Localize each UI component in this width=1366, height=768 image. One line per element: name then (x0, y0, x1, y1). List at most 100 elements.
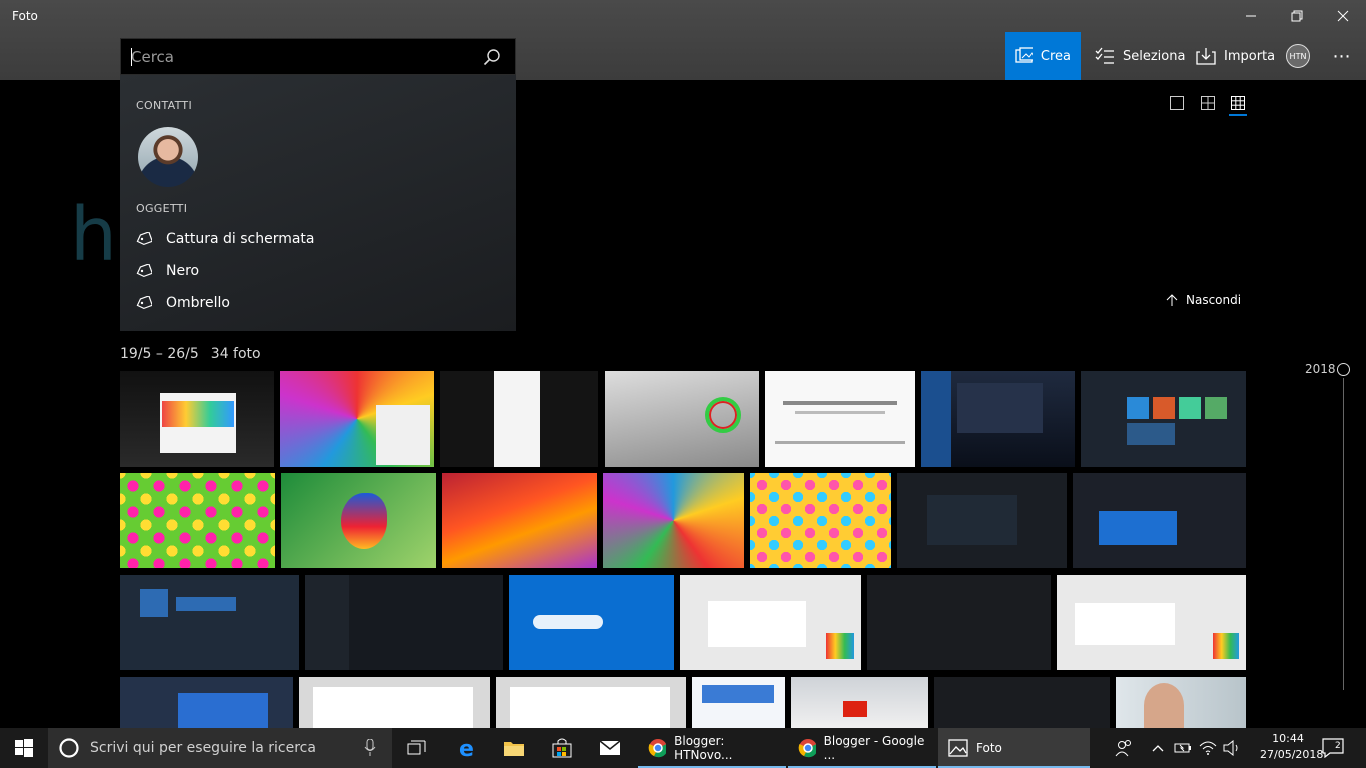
close-icon (1337, 10, 1349, 22)
taskbar-app-label: Blogger - Google ... (823, 734, 925, 762)
taskbar-search[interactable]: Scrivi qui per eseguire la ricerca (48, 728, 392, 768)
photo-thumbnail[interactable] (280, 371, 434, 467)
photo-thumbnail[interactable] (692, 677, 785, 728)
photo-thumbnail[interactable] (509, 575, 674, 670)
photo-thumbnail[interactable] (680, 575, 861, 670)
select-button[interactable]: Seleziona (1085, 32, 1195, 80)
photo-thumbnail[interactable] (120, 575, 299, 670)
photo-thumbnail[interactable] (603, 473, 744, 568)
objects-header: OGGETTI (136, 202, 188, 215)
large-view-button[interactable] (1168, 94, 1186, 112)
tag-suggestion[interactable]: Cattura di schermata (136, 227, 315, 251)
tag-icon (136, 264, 152, 278)
tag-suggestion[interactable]: Ombrello (136, 291, 230, 315)
active-view-indicator (1229, 114, 1247, 116)
photo-thumbnail[interactable] (440, 371, 598, 467)
single-square-icon (1170, 96, 1184, 110)
search-box (120, 38, 516, 75)
photo-thumbnail[interactable] (1081, 371, 1246, 467)
mail-button[interactable] (588, 728, 632, 768)
photo-thumbnail[interactable] (791, 677, 928, 728)
volume-button[interactable] (1220, 728, 1244, 768)
battery-button[interactable] (1172, 728, 1194, 768)
photo-thumbnail[interactable] (605, 371, 759, 467)
photo-thumbnail[interactable] (765, 371, 915, 467)
tag-suggestion[interactable]: Nero (136, 259, 199, 283)
photo-thumbnail[interactable] (120, 473, 275, 568)
people-icon (1115, 740, 1131, 757)
taskbar-app-label: Foto (976, 741, 1002, 755)
store-button[interactable] (540, 728, 584, 768)
medium-view-button[interactable] (1199, 94, 1217, 112)
photos-icon (948, 739, 968, 757)
mail-icon (599, 740, 621, 755)
file-explorer-button[interactable] (492, 728, 536, 768)
photos-app-window: Foto Crea Seleziona Importa HTN ⋯ Nascon… (0, 0, 1366, 768)
taskbar: Scrivi qui per eseguire la ricerca e Blo… (0, 728, 1366, 768)
arrow-up-icon (1166, 294, 1178, 306)
wifi-icon (1199, 741, 1217, 755)
photo-thumbnail[interactable] (750, 473, 891, 568)
photo-thumbnail[interactable] (305, 575, 503, 670)
photo-thumbnail[interactable] (1057, 575, 1246, 670)
search-input[interactable] (131, 39, 471, 74)
restore-button[interactable] (1274, 0, 1320, 32)
timeline-marker[interactable] (1337, 363, 1350, 376)
taskbar-search-placeholder: Scrivi qui per eseguire la ricerca (90, 740, 316, 756)
photo-thumbnail[interactable] (934, 677, 1110, 728)
task-view-button[interactable] (398, 728, 436, 768)
photo-thumbnail[interactable] (120, 677, 293, 728)
timeline-scrubber[interactable] (1343, 378, 1344, 690)
close-button[interactable] (1320, 0, 1366, 32)
photo-thumbnail[interactable] (442, 473, 597, 568)
photo-thumbnail[interactable] (1116, 677, 1246, 728)
photo-thumbnail[interactable] (897, 473, 1067, 568)
speaker-icon (1223, 740, 1238, 756)
show-hidden-icons-button[interactable] (1148, 728, 1168, 768)
text-caret (131, 48, 132, 66)
start-button[interactable] (0, 728, 48, 768)
contact-avatar[interactable] (138, 127, 198, 187)
small-view-button[interactable] (1229, 94, 1247, 112)
photo-thumbnail[interactable] (120, 371, 274, 467)
photo-thumbnail[interactable] (1073, 473, 1246, 568)
tag-label: Nero (166, 263, 200, 279)
taskbar-app-chrome-2[interactable]: Blogger - Google ... (788, 728, 936, 768)
minimize-button[interactable] (1228, 0, 1274, 32)
clock-time: 10:44 (1272, 732, 1304, 745)
network-button[interactable] (1196, 728, 1220, 768)
more-options-button[interactable]: ⋯ (1330, 44, 1354, 68)
search-icon[interactable] (483, 48, 501, 66)
grid-3x3-icon (1231, 96, 1245, 110)
tag-icon (136, 232, 152, 246)
timeline-year[interactable]: 2018 (1305, 362, 1336, 376)
photo-thumbnail[interactable] (867, 575, 1051, 670)
cortana-icon (59, 738, 79, 758)
photo-count: 34 foto (210, 346, 261, 362)
microphone-icon[interactable] (364, 739, 376, 757)
folder-icon (504, 742, 524, 756)
svg-text:e: e (459, 737, 474, 759)
hide-button[interactable]: Nascondi (1166, 290, 1241, 310)
system-clock[interactable]: 10:44 27/05/2018 (1260, 731, 1323, 763)
contacts-header: CONTATTI (136, 99, 192, 112)
create-icon (1015, 47, 1033, 63)
create-button[interactable]: Crea (1005, 32, 1081, 80)
tag-icon (136, 296, 152, 310)
edge-button[interactable]: e (446, 728, 490, 768)
date-range-header: 19/5 – 26/5 34 foto (120, 346, 261, 362)
account-avatar[interactable]: HTN (1286, 44, 1310, 68)
taskbar-app-photos[interactable]: Foto (938, 728, 1090, 768)
create-label: Crea (1040, 48, 1071, 64)
photo-thumbnail[interactable] (281, 473, 436, 568)
app-title: Foto (12, 9, 38, 23)
grid-2x2-icon (1201, 96, 1215, 110)
photo-thumbnail[interactable] (496, 677, 686, 728)
people-button[interactable] (1110, 728, 1138, 768)
chevron-up-icon (1152, 745, 1164, 752)
photo-thumbnail[interactable] (921, 371, 1075, 467)
import-button[interactable]: Importa (1186, 32, 1285, 80)
photo-thumbnail[interactable] (299, 677, 490, 728)
taskbar-app-chrome-1[interactable]: Blogger: HTNovo... (638, 728, 786, 768)
tag-label: Ombrello (166, 295, 230, 311)
